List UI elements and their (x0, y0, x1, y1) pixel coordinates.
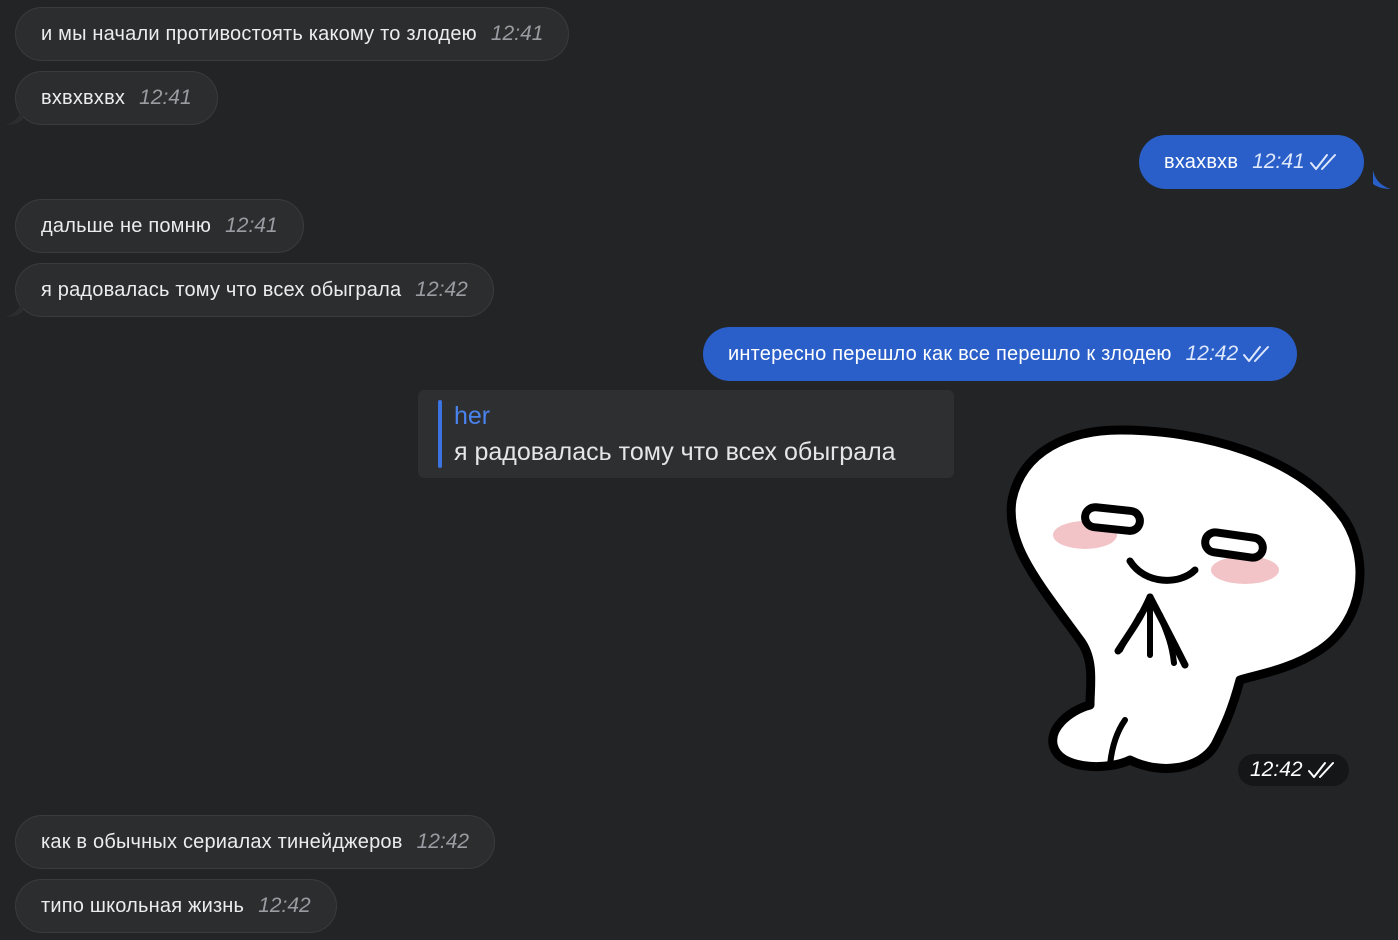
incoming-message[interactable]: и мы начали противостоять какому то злод… (15, 7, 570, 61)
double-check-icon (1243, 346, 1270, 362)
message-text: я радовалась тому что всех обыграла (41, 278, 402, 301)
message-text: вхвхвхвх (41, 86, 126, 109)
double-check-icon (1307, 762, 1334, 778)
bubble-tail-icon (1373, 170, 1391, 189)
incoming-message[interactable]: дальше не помню 12:41 (15, 199, 304, 253)
reply-author: her (454, 402, 491, 430)
message-time: 12:42 (1185, 342, 1239, 365)
bubble-tail-icon (5, 298, 23, 317)
message-text: и мы начали противостоять какому то злод… (41, 22, 477, 45)
outgoing-message[interactable]: вхахвхв 12:41 (1139, 135, 1364, 189)
reply-quote[interactable]: her я радовалась тому что всех обыграла (418, 390, 954, 478)
message-time: 12:42 (258, 894, 311, 917)
message-time: 12:42 (415, 278, 468, 301)
message-time: 12:42 (416, 830, 470, 853)
incoming-message[interactable]: я радовалась тому что всех обыграла 12:4… (15, 263, 494, 317)
chat-view: и мы начали противостоять какому то злод… (0, 0, 1398, 940)
message-text: дальше не помню (41, 214, 212, 237)
reply-text: я радовалась тому что всех обыграла (454, 438, 896, 466)
message-text: типо школьная жизнь (41, 894, 245, 917)
message-time: 12:41 (225, 214, 278, 237)
bubble-tail-icon (5, 106, 23, 125)
sticker-time-badge: 12:42 (1238, 754, 1349, 786)
blushing-ghost-sticker-icon[interactable] (1000, 425, 1370, 785)
outgoing-message[interactable]: интересно перешло как все перешло к злод… (703, 327, 1298, 381)
message-text: вхахвхв (1164, 150, 1239, 173)
message-text: интересно перешло как все перешло к злод… (728, 342, 1172, 365)
incoming-message[interactable]: типо школьная жизнь 12:42 (15, 879, 337, 933)
message-text: как в обычных сериалах тинейджеров (41, 830, 403, 853)
message-time: 12:42 (1250, 758, 1303, 781)
message-time: 12:41 (490, 22, 544, 45)
message-time: 12:41 (139, 86, 192, 109)
reply-accent-bar (438, 400, 442, 468)
incoming-message[interactable]: вхвхвхвх 12:41 (15, 71, 218, 125)
incoming-message[interactable]: как в обычных сериалах тинейджеров 12:42 (15, 815, 496, 869)
double-check-icon (1309, 154, 1336, 170)
message-time: 12:41 (1252, 150, 1305, 173)
